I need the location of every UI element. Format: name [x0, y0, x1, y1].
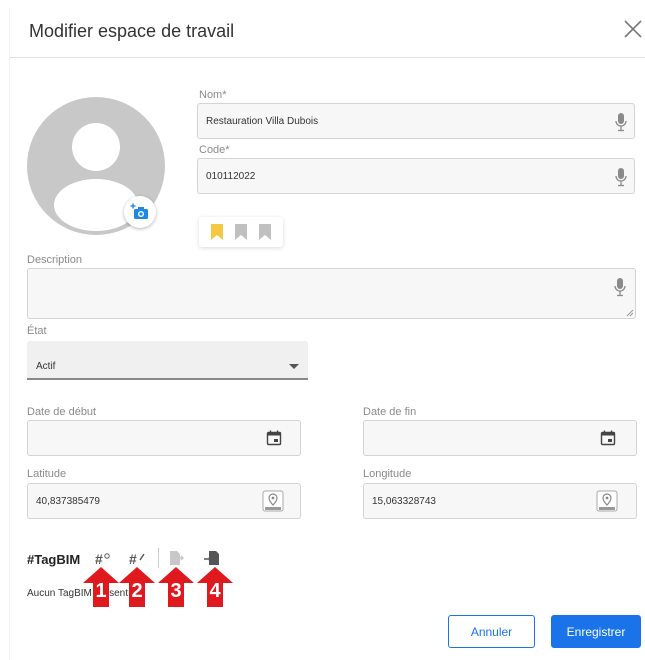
etat-label: État: [27, 325, 47, 337]
annotation-number: 3: [170, 580, 182, 602]
annotation-arrow-1: 1: [83, 567, 119, 607]
camera-add-icon: [130, 203, 148, 219]
longitude-label: Longitude: [363, 468, 412, 480]
import-icon[interactable]: [204, 550, 220, 566]
annotation-number: 1: [95, 580, 107, 602]
microphone-icon[interactable]: [614, 112, 628, 132]
longitude-value: 15,063328743: [372, 496, 436, 507]
close-icon[interactable]: [622, 18, 644, 40]
date-fin-label: Date de fin: [363, 406, 417, 418]
code-value: 010112022: [206, 171, 256, 182]
annotation-arrow-4: 4: [197, 567, 233, 607]
microphone-icon[interactable]: [614, 167, 628, 187]
bookmark-icon[interactable]: [234, 223, 248, 241]
dialog-header: Modifier espace de travail: [10, 8, 645, 58]
svg-text:#: #: [129, 551, 137, 567]
microphone-icon[interactable]: [613, 277, 627, 297]
svg-text:#: #: [95, 551, 103, 567]
bookmark-icon[interactable]: [258, 223, 272, 241]
date-fin-field[interactable]: [363, 420, 637, 456]
bookmark-rating: [199, 217, 283, 247]
cancel-button[interactable]: Annuler: [448, 615, 535, 648]
toolbar-separator: [158, 548, 159, 568]
latitude-label: Latitude: [27, 468, 67, 480]
annotation-number: 2: [131, 580, 143, 602]
description-textarea[interactable]: [27, 268, 636, 319]
code-label: Code*: [199, 144, 230, 156]
date-debut-field[interactable]: [27, 420, 301, 456]
bookmark-active-icon[interactable]: [210, 223, 224, 241]
tag-edit-icon[interactable]: #: [129, 551, 145, 567]
longitude-field[interactable]: 15,063328743: [363, 483, 637, 519]
export-icon[interactable]: [168, 550, 184, 566]
latitude-field[interactable]: 40,837385479: [27, 483, 301, 519]
annotation-arrow-3: 3: [158, 567, 194, 607]
tagbim-title: #TagBIM: [27, 552, 81, 567]
annotation-arrow-2: 2: [119, 567, 155, 607]
code-field[interactable]: 010112022: [197, 158, 635, 194]
dropdown-caret-icon: [289, 364, 299, 369]
map-pin-icon[interactable]: [596, 490, 618, 512]
map-pin-icon[interactable]: [262, 490, 284, 512]
resize-handle-icon[interactable]: [626, 309, 634, 317]
add-photo-button[interactable]: [124, 196, 156, 228]
nom-field[interactable]: Restauration Villa Dubois: [197, 103, 635, 139]
annotation-number: 4: [209, 580, 221, 602]
description-label: Description: [27, 254, 83, 266]
etat-value: Actif: [36, 361, 56, 372]
calendar-icon[interactable]: [600, 430, 616, 446]
latitude-value: 40,837385479: [36, 496, 100, 507]
nom-value: Restauration Villa Dubois: [206, 116, 319, 127]
save-button[interactable]: Enregistrer: [551, 615, 641, 648]
date-debut-label: Date de début: [27, 406, 97, 418]
dialog-title: Modifier espace de travail: [29, 21, 235, 41]
nom-label: Nom*: [199, 89, 227, 101]
etat-select[interactable]: Actif: [27, 341, 308, 380]
calendar-icon[interactable]: [266, 430, 282, 446]
tag-link-icon[interactable]: #: [95, 551, 111, 567]
